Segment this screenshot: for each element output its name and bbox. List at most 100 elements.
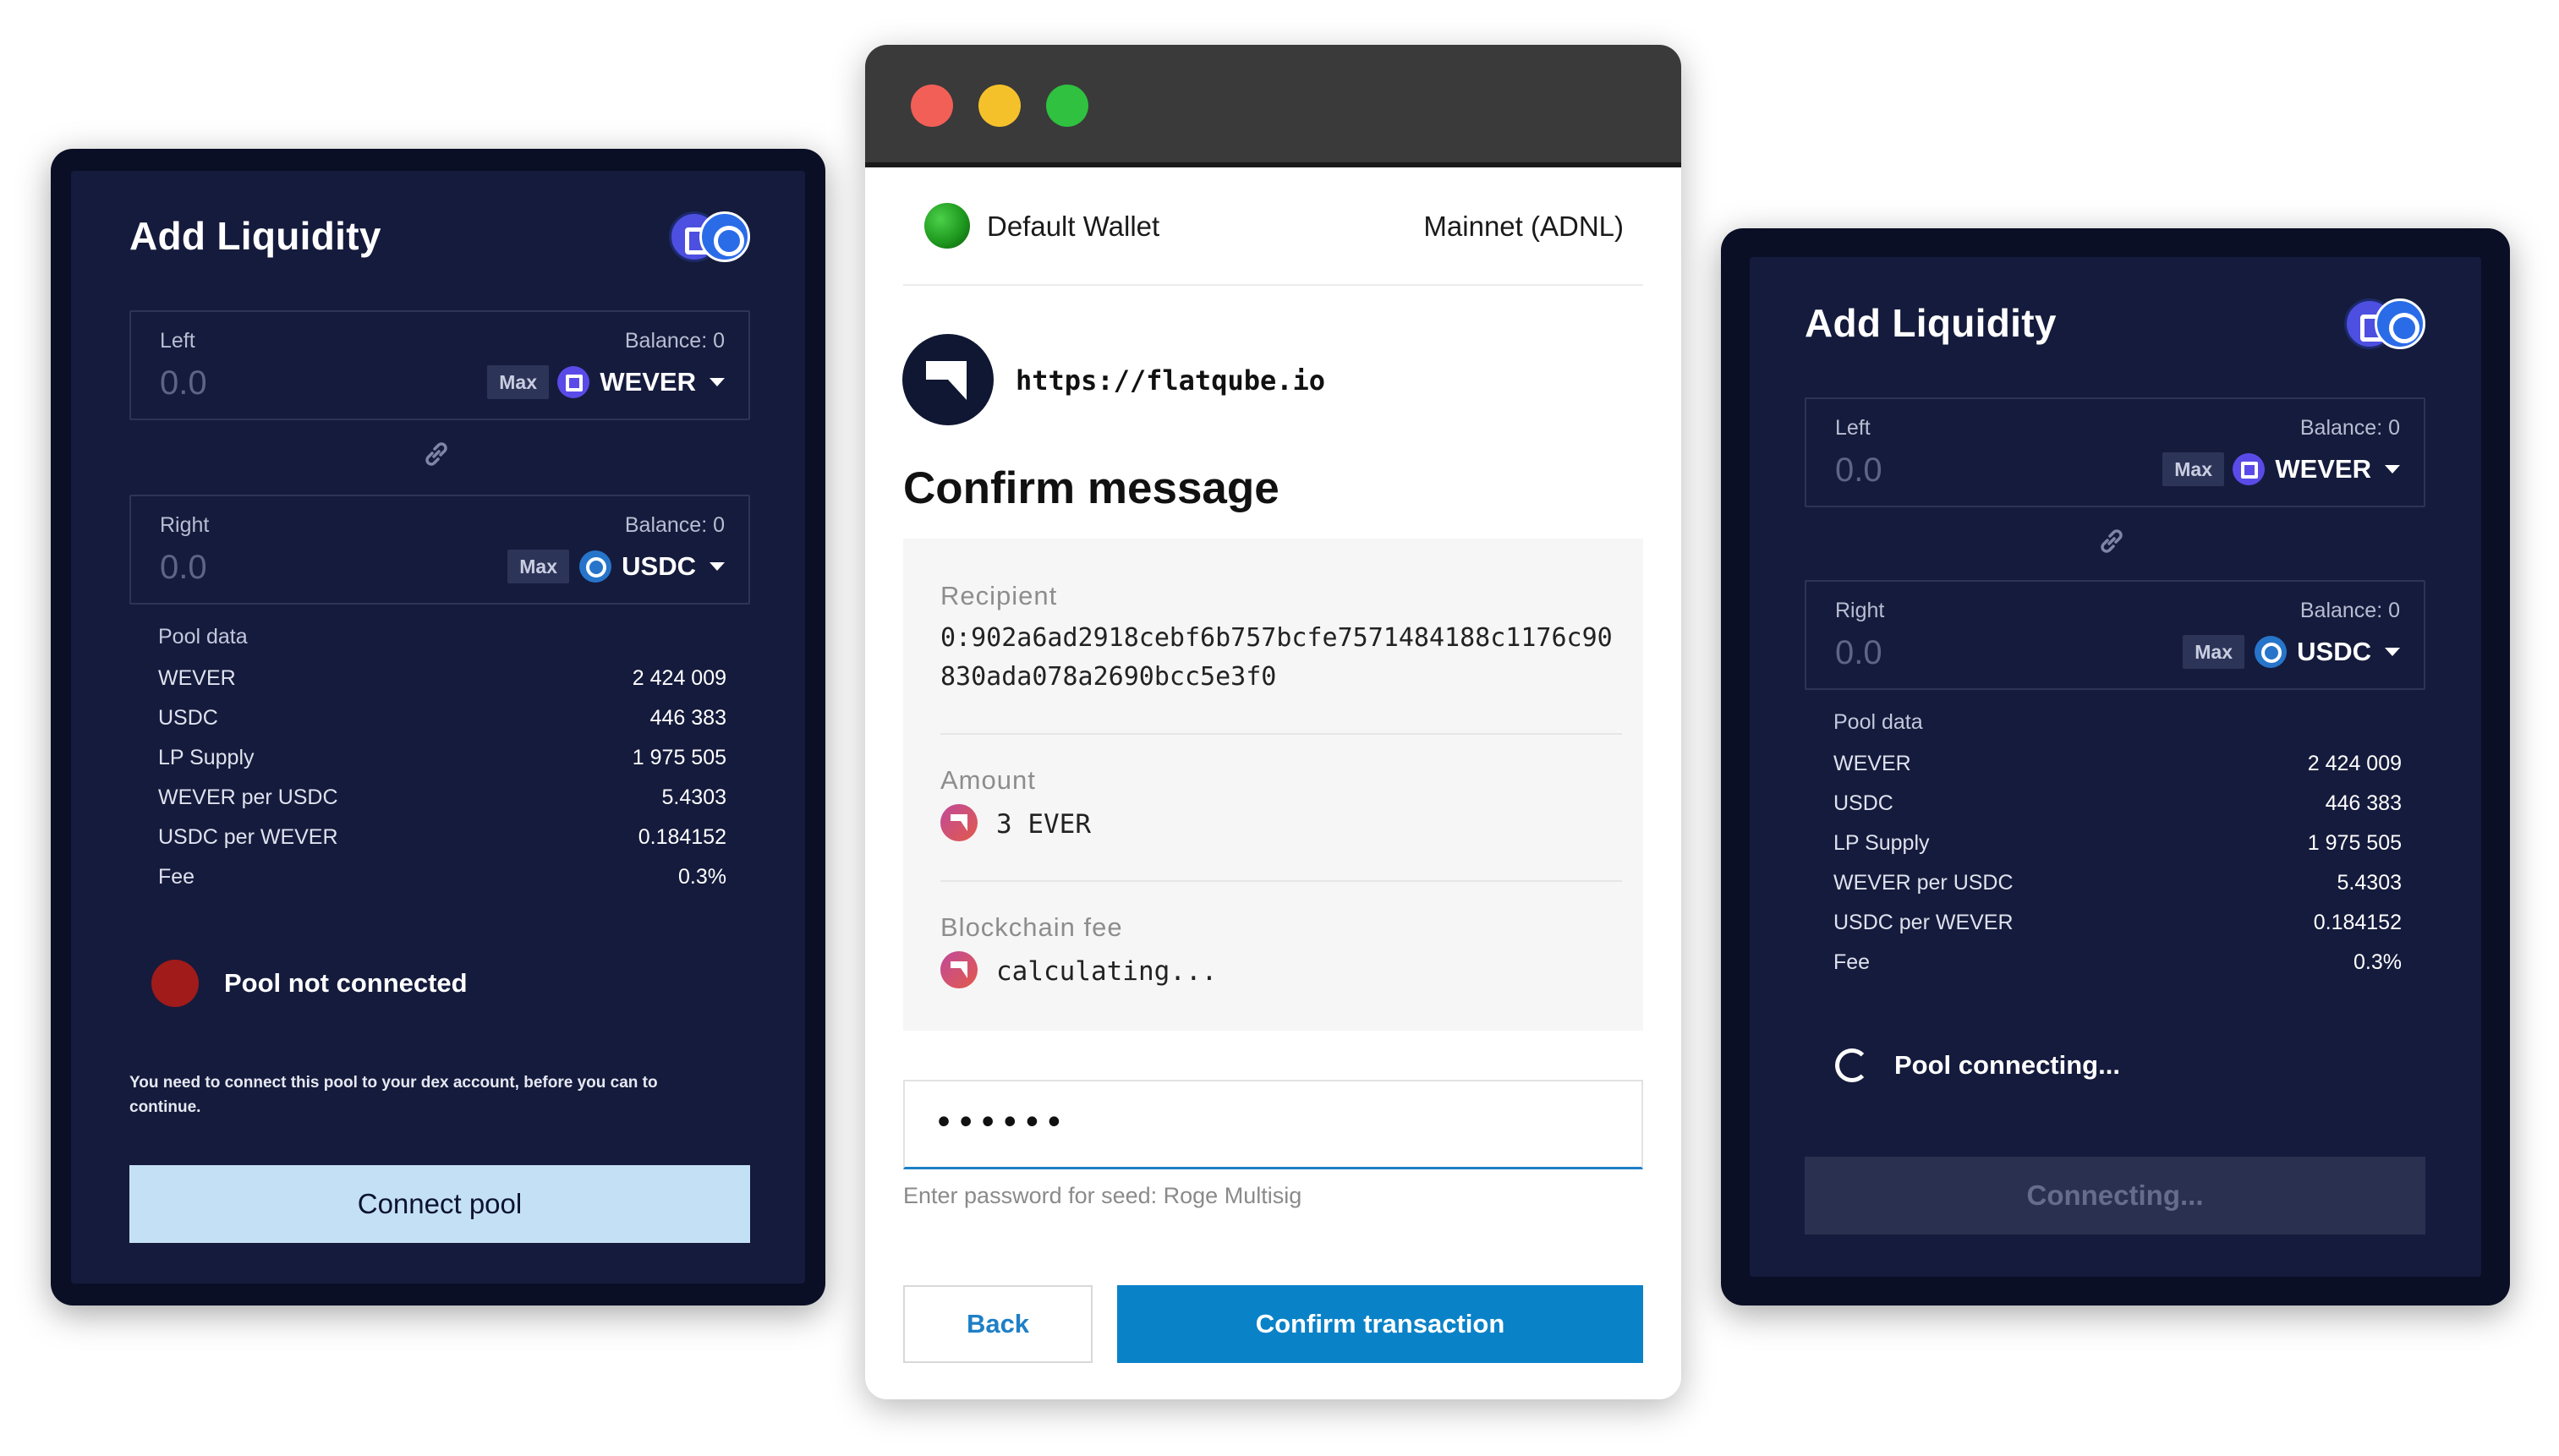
chevron-down-icon	[710, 378, 725, 386]
recipient-address-line2: 830ada078a2690bcc5e3f0	[940, 662, 1277, 692]
amount-input[interactable]: 0.0	[1835, 452, 1882, 490]
wallet-avatar-icon	[924, 203, 970, 249]
max-button[interactable]: Max	[2162, 452, 2224, 486]
row-value: 0.3%	[2354, 950, 2402, 974]
token-name: USDC	[2297, 637, 2371, 666]
pool-data-title: Pool data	[158, 625, 248, 649]
row-label: USDC per WEVER	[1833, 911, 2014, 934]
amount-input[interactable]: 0.0	[160, 364, 207, 402]
row-value: 446 383	[2325, 791, 2402, 815]
transaction-details: Recipient 0:902a6ad2918cebf6b757bcfe7571…	[903, 539, 1643, 1031]
field-label: Right	[1835, 599, 1885, 622]
close-window-icon[interactable]	[911, 85, 953, 127]
max-button[interactable]: Max	[507, 550, 569, 583]
field-label: Left	[1835, 416, 1871, 440]
pool-data: Pool data WEVER 2 424 009 USDC 446 383 LP …	[1833, 710, 2402, 990]
connect-pool-button[interactable]: Connect pool	[129, 1165, 750, 1243]
ever-icon	[940, 804, 978, 841]
add-liquidity-panel-left: Add Liquidity Left Balance: 0 0.0 Max WE…	[129, 211, 750, 1245]
pool-data-row: LP Supply 1 975 505	[1833, 831, 2402, 871]
pool-data-row: WEVER 2 424 009	[1833, 752, 2402, 791]
amount-input[interactable]: 0.0	[1835, 634, 1882, 672]
row-value: 5.4303	[661, 785, 726, 809]
amount-input[interactable]: 0.0	[160, 549, 207, 587]
pair-logo-icon	[2344, 298, 2425, 349]
loading-spinner-icon	[1835, 1048, 1869, 1082]
recipient-address-line1: 0:902a6ad2918cebf6b757bcfe7571484188c117…	[940, 623, 1613, 653]
token-name: USDC	[622, 551, 696, 581]
blockchain-fee-label: Blockchain fee	[940, 912, 1123, 942]
pool-data-row: LP Supply 1 975 505	[158, 746, 726, 785]
max-button[interactable]: Max	[487, 365, 549, 399]
panel-title: Add Liquidity	[129, 214, 381, 258]
token-selector[interactable]: USDC	[579, 547, 725, 586]
pool-data-row: Fee 0.3%	[1833, 950, 2402, 990]
connect-note: You need to connect this pool to your de…	[129, 1074, 658, 1116]
pool-status: Pool not connected	[151, 960, 468, 1007]
connecting-button[interactable]: Connecting...	[1805, 1157, 2425, 1234]
chevron-down-icon	[2385, 648, 2400, 656]
back-button[interactable]: Back	[903, 1285, 1093, 1363]
divider	[903, 284, 1643, 286]
usdc-icon	[579, 550, 612, 583]
site-url: https://flatqube.io	[1016, 364, 1326, 397]
token-selector[interactable]: WEVER	[557, 363, 725, 402]
pool-data-title: Pool data	[1833, 710, 1923, 734]
page-title: Confirm message	[903, 463, 1280, 513]
password-hint: Enter password for seed: Roge Multisig	[903, 1183, 1302, 1208]
panel-title: Add Liquidity	[1805, 301, 2057, 345]
row-value: 5.4303	[2337, 871, 2402, 895]
pool-data-row: WEVER 2 424 009	[158, 666, 726, 706]
window-titlebar	[865, 45, 1681, 167]
row-value: 0.3%	[678, 865, 726, 889]
network-label[interactable]: Mainnet (ADNL)	[1423, 211, 1624, 243]
link-icon	[2101, 529, 2123, 553]
field-label: Left	[160, 329, 195, 353]
max-button[interactable]: Max	[2183, 635, 2244, 669]
token-name: WEVER	[2275, 454, 2371, 484]
maximize-window-icon[interactable]	[1046, 85, 1088, 127]
divider	[940, 733, 1622, 735]
row-label: WEVER per USDC	[1833, 871, 2014, 895]
wallet-name[interactable]: Default Wallet	[987, 211, 1159, 243]
balance-label: Balance: 0	[624, 329, 725, 353]
row-label: WEVER per USDC	[158, 785, 338, 809]
left-token-field[interactable]: Left Balance: 0 0.0 Max WEVER	[129, 310, 750, 420]
password-input[interactable]: ••••••	[903, 1080, 1643, 1169]
token-selector[interactable]: WEVER	[2233, 450, 2400, 489]
pool-data-row: USDC 446 383	[1833, 791, 2402, 831]
row-value: 2 424 009	[2307, 752, 2402, 775]
token-name: WEVER	[600, 367, 696, 397]
confirm-transaction-button[interactable]: Confirm transaction	[1117, 1285, 1643, 1363]
amount-value: 3 EVER	[996, 809, 1091, 840]
add-liquidity-panel-right: Add Liquidity Left Balance: 0 0.0 Max WE…	[1805, 298, 2425, 1256]
pool-data-row: Fee 0.3%	[158, 865, 726, 905]
row-label: USDC per WEVER	[158, 825, 338, 849]
fee-value: calculating...	[996, 956, 1218, 987]
status-dot-icon	[151, 960, 199, 1007]
amount-label: Amount	[940, 765, 1036, 795]
pool-data-row: USDC per WEVER 0.184152	[1833, 911, 2402, 950]
wever-icon	[2233, 453, 2266, 485]
wever-icon	[557, 366, 590, 398]
balance-label: Balance: 0	[2299, 416, 2400, 440]
left-token-field[interactable]: Left Balance: 0 0.0 Max WEVER	[1805, 397, 2425, 507]
link-icon	[425, 442, 447, 466]
status-text: Pool not connected	[224, 968, 468, 998]
row-value: 2 424 009	[632, 666, 726, 690]
pair-logo-icon	[669, 211, 750, 262]
pool-data: Pool data WEVER 2 424 009 USDC 446 383 LP …	[158, 625, 726, 905]
row-value: 0.184152	[638, 825, 726, 849]
pool-data-row: USDC per WEVER 0.184152	[158, 825, 726, 865]
right-token-field[interactable]: Right Balance: 0 0.0 Max USDC	[129, 495, 750, 605]
row-label: USDC	[158, 706, 218, 730]
divider	[940, 880, 1622, 882]
recipient-label: Recipient	[940, 581, 1058, 610]
right-token-field[interactable]: Right Balance: 0 0.0 Max USDC	[1805, 580, 2425, 690]
row-label: Fee	[1833, 950, 1871, 974]
wallet-window: Default Wallet Mainnet (ADNL) https://fl…	[865, 45, 1681, 1399]
row-label: Fee	[158, 865, 195, 889]
minimize-window-icon[interactable]	[978, 85, 1021, 127]
token-selector[interactable]: USDC	[2255, 632, 2400, 671]
usdc-icon	[2255, 636, 2288, 668]
